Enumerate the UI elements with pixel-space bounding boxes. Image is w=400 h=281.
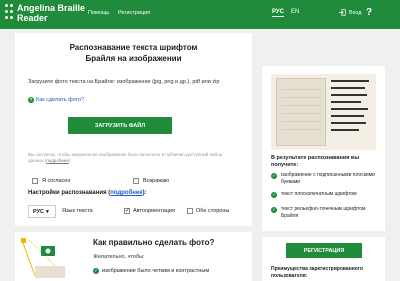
- text-language-select[interactable]: РУС ▾: [28, 205, 56, 218]
- register-button[interactable]: РЕГИСТРАЦИЯ: [286, 243, 362, 258]
- register-benefits-text: Преимущества зарегистрированного пользов…: [271, 266, 363, 279]
- photo-tip-label: изображение было четким и контрастным: [102, 268, 210, 274]
- consent-more-link[interactable]: подробнее: [46, 158, 69, 163]
- both-sides-checkbox[interactable]: [187, 208, 193, 214]
- braille-logo-icon[interactable]: [5, 3, 14, 25]
- result-item-label: текст рельефно-точечным шрифтом Брайля: [281, 206, 366, 219]
- result-item: ✓ текст рельефно-точечным шрифтом Брайля: [271, 206, 379, 219]
- result-item: ✓ изображение с подписанными плоскими бу…: [271, 172, 379, 185]
- login-icon: [339, 9, 346, 16]
- settings-more-link[interactable]: подробнее: [110, 190, 142, 196]
- agree-checkbox[interactable]: [32, 177, 38, 184]
- photo-tips-subtitle: Желательно, чтобы:: [93, 254, 145, 260]
- braille-scan-image: [276, 78, 326, 146]
- settings-label: Настройки распознавания (: [28, 190, 111, 196]
- top-header: Angelina Braille Reader Помощь Регистрац…: [0, 0, 400, 29]
- upload-card: Распознавание текста шрифтом Брайля на и…: [15, 33, 252, 226]
- title-line1: Распознавание текста шрифтом: [69, 43, 198, 52]
- howto-label: Как сделать фото?: [36, 97, 85, 103]
- result-item-label: текст плоскопечатным шрифтом: [281, 191, 357, 197]
- brand-line1: Angelina Braille: [17, 3, 86, 13]
- agree-option[interactable]: Я согласен: [28, 174, 128, 187]
- chevron-down-icon: ▾: [46, 208, 49, 215]
- page-title: Распознавание текста шрифтом Брайля на и…: [15, 42, 252, 64]
- photo-tips-title: Как правильно сделать фото?: [93, 238, 215, 247]
- auto-orientation-label: Автоориентация: [133, 208, 175, 214]
- check-icon: ✓: [271, 173, 277, 179]
- howto-photo-link[interactable]: ? Как сделать фото?: [28, 97, 84, 103]
- check-icon: ✓: [271, 207, 277, 213]
- result-info-card: В результате распознавания вы получите: …: [262, 66, 385, 231]
- auto-orientation-option[interactable]: Автоориентация: [124, 207, 175, 214]
- login-link[interactable]: Вход: [339, 9, 361, 16]
- photo-tips-card: Как правильно сделать фото? Желательно, …: [15, 232, 252, 281]
- brand-line2: Reader: [17, 13, 48, 23]
- check-icon: ✓: [271, 192, 277, 198]
- nav-help-link[interactable]: Помощь: [88, 10, 109, 16]
- recognized-text-preview: [331, 80, 369, 136]
- settings-row: РУС ▾ Язык текста Автоориентация Обе сто…: [28, 205, 246, 218]
- nav-register-link[interactable]: Регистрация: [118, 10, 150, 16]
- consent-end: ):: [68, 158, 72, 163]
- agree-label: Я согласен: [42, 177, 71, 184]
- photo-tip-item: ✓ изображение было четким и контрастным: [93, 268, 209, 274]
- disagree-option[interactable]: Возражаю: [129, 174, 217, 187]
- title-line2: Брайля на изображении: [85, 54, 182, 63]
- upload-file-button[interactable]: ЗАГРУЗИТЬ ФАЙЛ: [68, 117, 172, 134]
- result-title: В результате распознавания вы получите:: [271, 155, 360, 168]
- disagree-checkbox[interactable]: [133, 177, 139, 184]
- auto-orientation-checkbox[interactable]: [124, 207, 130, 214]
- photo-illustration-icon: [21, 238, 65, 278]
- both-sides-label: Обе стороны: [196, 208, 230, 214]
- language-value: РУС: [33, 208, 44, 215]
- lang-en-option[interactable]: EN: [291, 9, 299, 15]
- login-label: Вход: [349, 9, 362, 16]
- lang-ru-option[interactable]: РУС: [272, 9, 284, 17]
- text-language-label: Язык текста: [62, 208, 93, 214]
- both-sides-option[interactable]: Обе стороны: [187, 208, 229, 214]
- disagree-label: Возражаю: [143, 177, 170, 184]
- consent-text: Вы согласны, чтобы загруженное изображен…: [28, 152, 238, 164]
- result-item: ✓ текст плоскопечатным шрифтом: [271, 191, 379, 198]
- settings-end: ):: [142, 190, 147, 196]
- result-preview-image: [271, 74, 376, 150]
- register-card: РЕГИСТРАЦИЯ Преимущества зарегистрирован…: [262, 237, 385, 281]
- question-icon: ?: [28, 97, 34, 103]
- check-icon: ✓: [93, 268, 99, 274]
- recognition-settings-heading: Настройки распознавания (подробнее):: [28, 190, 147, 196]
- brand-name[interactable]: Angelina Braille Reader: [17, 3, 85, 23]
- result-item-label: изображение с подписанными плоскими букв…: [281, 172, 375, 185]
- help-icon[interactable]: ?: [362, 6, 376, 20]
- upload-hint: Загрузите фото текста на Брайле: изображ…: [28, 79, 220, 85]
